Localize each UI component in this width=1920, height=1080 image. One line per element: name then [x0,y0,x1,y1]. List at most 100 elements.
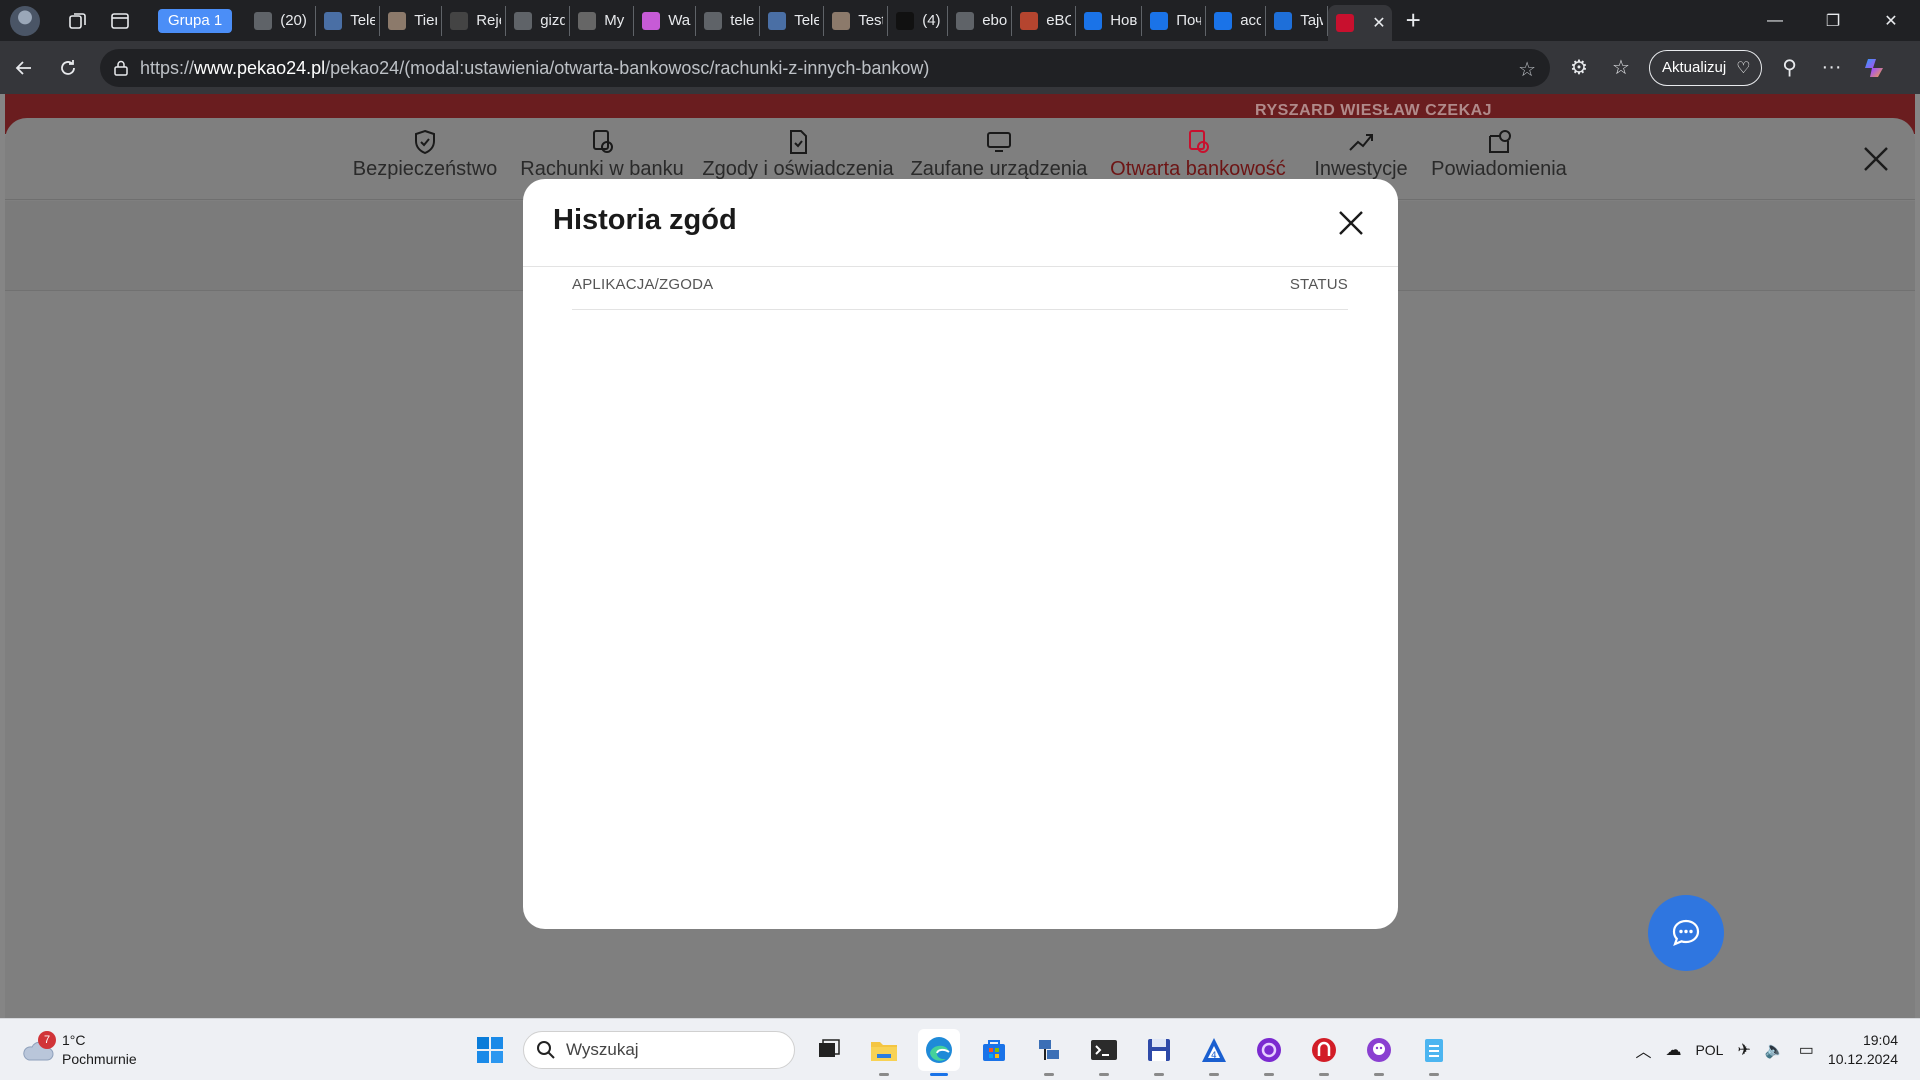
weather-widget[interactable]: 7 1°C Pochmurnie [20,1031,137,1069]
tab-favicon-icon [1084,11,1103,30]
browser-tab[interactable]: gizdy [506,5,571,36]
browser-tab[interactable]: Tajwa [1266,5,1329,36]
tab-close-icon[interactable]: ✕ [1372,13,1385,33]
start-button[interactable] [470,1030,510,1070]
language-indicator[interactable]: POL [1695,1042,1723,1058]
weather-temp: 1°C [62,1032,86,1048]
browser-tab[interactable]: Testy [824,5,889,36]
copilot-icon[interactable] [1860,54,1888,82]
favorites-icon[interactable]: ☆ [1607,54,1635,82]
microsoft-store-icon[interactable] [973,1029,1015,1071]
notification-icon [1489,130,1511,153]
url-bar[interactable]: https://www.pekao24.pl/pekao24/(modal:us… [100,49,1550,87]
update-button[interactable]: Aktualizuj ♡ [1649,49,1762,86]
new-tab-button[interactable]: + [1406,5,1421,36]
browser-tab[interactable]: accou [1206,5,1267,36]
weather-badge: 7 [38,1031,56,1049]
volume-icon[interactable]: 🔈 [1765,1040,1785,1060]
favorite-star-icon[interactable]: ☆ [1518,57,1536,82]
weather-condition: Pochmurnie [62,1051,137,1067]
terminal-icon[interactable] [1083,1029,1125,1076]
browser-tab[interactable]: Telee [760,5,825,36]
browser-tab[interactable]: Ważn [634,5,697,36]
open-banking-icon [1189,130,1209,153]
accounts-icon [593,130,613,153]
red-app-icon[interactable] [1303,1029,1345,1076]
settings-tab-label: Powiadomienia [1431,158,1567,180]
battery-icon[interactable]: ▭ [1799,1040,1814,1060]
show-hidden-icons-chevron-icon[interactable]: ︿ [1635,1038,1651,1062]
tab-favicon-icon [324,11,343,30]
browser-tab[interactable]: ebok [948,5,1013,36]
tab-title: Testy [858,12,883,29]
browser-tab-active[interactable]: ✕ [1328,5,1392,41]
tab-title: Ważn [668,12,691,29]
task-view-icon[interactable] [808,1029,850,1071]
window-close-button[interactable]: ✕ [1862,0,1920,41]
browser-tab[interactable]: (4) Ry [888,5,949,36]
svg-text:4: 4 [1211,1051,1217,1061]
settings-tab-7[interactable]: Powiadomienia [1409,128,1589,181]
browser-tab[interactable]: telee [696,5,761,36]
tab-group-chip[interactable]: Grupa 1 [158,8,233,33]
settings-tab-5[interactable]: Otwarta bankowość [1108,128,1288,181]
purple-app-icon[interactable] [1248,1029,1290,1076]
tab-title: (4) Ry [922,12,943,29]
restore-button[interactable]: ❐ [1804,0,1862,41]
performance-icon[interactable]: ⚲ [1776,54,1804,82]
column-header-app: APLIKACJA/ZGODA [572,276,714,293]
back-button[interactable] [2,46,46,90]
settings-tab-label: Inwestycje [1314,158,1408,180]
browser-tab[interactable]: Почт [1142,5,1207,36]
windows-taskbar: 7 1°C Pochmurnie Wyszukaj 4 ︿ ☁ POL ✈ 🔈 [0,1018,1920,1080]
settings-tab-1[interactable]: Bezpieczeństwo [335,128,515,181]
github-icon[interactable] [1358,1029,1400,1076]
network-app-icon[interactable] [1028,1029,1070,1076]
airplane-mode-icon[interactable]: ✈ [1737,1040,1750,1060]
tab-title: Telee [794,12,819,29]
browser-tab[interactable]: (20) D [246,5,317,36]
consent-history-modal: Historia zgód APLIKACJA/ZGODA STATUS [523,179,1398,929]
onedrive-cloud-icon[interactable]: ☁ [1665,1040,1681,1060]
search-placeholder: Wyszukaj [566,1040,639,1059]
system-tray: ︿ ☁ POL ✈ 🔈 ▭ 19:04 10.12.2024 [1635,1019,1920,1080]
tab-title: Ново [1110,12,1138,29]
extensions-icon[interactable]: ⚙ [1565,54,1593,82]
search-icon [537,1041,555,1059]
edge-browser-icon[interactable] [918,1029,960,1076]
update-label: Aktualizuj [1662,59,1727,76]
browser-tab[interactable]: Ново [1076,5,1143,36]
url-domain: www.pekao24.pl [194,57,326,78]
settings-close-button[interactable] [1859,142,1893,176]
reload-button[interactable] [46,46,90,90]
browser-tab[interactable]: Tiend [380,5,443,36]
settings-tab-2[interactable]: Rachunki w banku [512,128,692,181]
modal-close-button[interactable] [1334,206,1368,240]
heart-update-icon: ♡ [1736,59,1751,77]
tab-title: ebok [982,12,1008,29]
browser-tab[interactable]: Rejes [442,5,507,36]
clock[interactable]: 19:04 10.12.2024 [1828,1031,1898,1069]
taskbar-search[interactable]: Wyszukaj [523,1031,795,1069]
save-disk-icon[interactable] [1138,1029,1180,1076]
clock-time: 19:04 [1862,1032,1898,1048]
notepad-icon[interactable] [1413,1029,1455,1076]
more-menu-icon[interactable]: ··· [1818,54,1846,82]
browser-tab[interactable]: eBOK [1012,5,1077,36]
browser-tab[interactable]: My ca [570,5,635,36]
lock-icon[interactable] [114,60,128,76]
chat-button[interactable] [1648,895,1724,971]
settings-tab-3[interactable]: Zgody i oświadczenia [702,128,894,181]
browser-tab[interactable]: Telee [316,5,381,36]
tab-favicon-icon [1020,11,1039,30]
settings-tab-4[interactable]: Zaufane urządzenia [909,128,1089,181]
url-path: /pekao24/(modal:ustawienia/otwarta-banko… [325,57,930,78]
profile-avatar[interactable] [10,5,40,36]
pekao-favicon-icon [1336,14,1355,32]
url-prefix: https:// [140,57,195,78]
file-explorer-icon[interactable] [863,1029,905,1076]
acrobat-app-icon[interactable]: 4 [1193,1029,1235,1076]
vertical-tabs-icon[interactable] [108,9,132,33]
minimize-button[interactable]: — [1746,0,1804,41]
workspaces-icon[interactable] [66,9,90,33]
